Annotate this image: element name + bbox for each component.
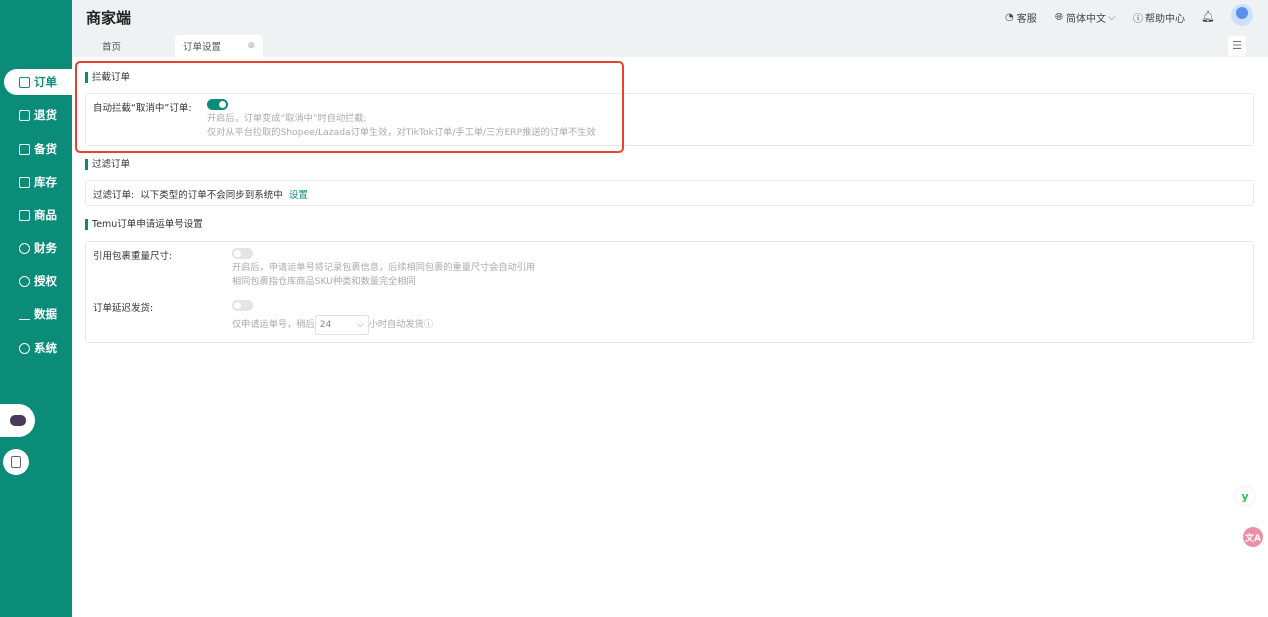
ref-size-label: 引用包裹重量尺寸:	[93, 251, 173, 262]
section-title-filter: 过滤订单	[85, 159, 130, 170]
sidebar-item-inventory[interactable]: 库存	[0, 169, 72, 195]
close-icon[interactable]: ⊗	[247, 41, 255, 51]
sidebar-item-finance[interactable]: 财务	[0, 235, 72, 261]
bell-icon[interactable]: 🔔︎	[1201, 10, 1215, 23]
filter-label: 过滤订单:	[93, 190, 135, 201]
chevron-down-icon: ⌵	[356, 319, 364, 330]
assistant-logo-icon[interactable]: y	[1236, 487, 1254, 505]
filter-settings-link[interactable]: 设置	[289, 190, 308, 201]
chevron-down-icon: ⌵	[1108, 12, 1116, 23]
robot-icon	[9, 415, 26, 426]
sidebar-item-returns[interactable]: 退货	[0, 102, 72, 128]
sidebar-item-data[interactable]: 数据	[0, 301, 72, 327]
order-icon	[19, 76, 30, 88]
translate-icon[interactable]: 文A	[1243, 527, 1263, 547]
globe-icon: 🌐︎	[1055, 12, 1063, 23]
help-icon: ⓘ	[1133, 14, 1143, 25]
delay-ship-toggle[interactable]	[232, 300, 253, 311]
section-title-temu: Temu订单申请运单号设置	[85, 219, 203, 230]
ref-size-toggle[interactable]	[232, 248, 253, 259]
sidebar-item-products[interactable]: 商品	[0, 202, 72, 228]
avatar[interactable]	[1231, 4, 1253, 26]
language-select[interactable]: 🌐︎ 简体中文 ⌵	[1055, 10, 1116, 25]
highlight-box	[75, 61, 624, 153]
headset-icon: ◔	[1005, 12, 1014, 23]
customer-service-link[interactable]: ◔ 客服	[1005, 10, 1037, 25]
sidebar: 订单 退货 备货 库存 商品 财务 授权 数据 系统	[0, 0, 72, 617]
inventory-icon	[19, 176, 30, 188]
chart-icon	[19, 309, 30, 320]
tab-bar: 首页 订单设置 ⊗	[88, 35, 264, 57]
ref-size-hint-2: 相同包裹指仓库商品SKU种类和数量完全相同	[232, 276, 416, 287]
delay-ship-suffix: 小时自动发货	[368, 319, 424, 330]
return-icon	[19, 109, 30, 121]
question-icon[interactable]: ⓘ	[424, 318, 433, 332]
sidebar-item-system[interactable]: 系统	[0, 335, 72, 361]
delay-hours-select[interactable]: 24 ⌵	[314, 315, 369, 335]
app-title: 商家端	[86, 9, 132, 27]
sidebar-item-stockup[interactable]: 备货	[0, 136, 72, 162]
sidebar-item-orders[interactable]: 订单	[4, 69, 72, 95]
ref-size-hint-1: 开启后，申请运单号将记录包裹信息，后续相同包裹的重量尺寸会自动引用	[232, 262, 536, 273]
filter-text: 以下类型的订单不会同步到系统中	[140, 190, 283, 201]
authorization-icon	[19, 275, 30, 287]
finance-icon	[19, 242, 30, 254]
product-icon	[19, 209, 30, 221]
notes-icon	[11, 456, 21, 468]
ai-assistant-button[interactable]	[0, 404, 35, 437]
tab-order-settings[interactable]: 订单设置 ⊗	[175, 35, 264, 57]
sidebar-item-authorization[interactable]: 授权	[0, 268, 72, 294]
stockup-icon	[19, 143, 30, 155]
menu-icon[interactable]: ☰	[1228, 36, 1246, 56]
delay-ship-prefix: 仅申请运单号，稍后	[232, 319, 315, 330]
help-center-link[interactable]: ⓘ 帮助中心	[1133, 10, 1185, 25]
tab-home[interactable]: 首页	[88, 35, 135, 57]
notes-button[interactable]	[3, 449, 29, 475]
delay-ship-label: 订单延迟发货:	[93, 303, 154, 314]
gear-icon	[19, 342, 30, 354]
